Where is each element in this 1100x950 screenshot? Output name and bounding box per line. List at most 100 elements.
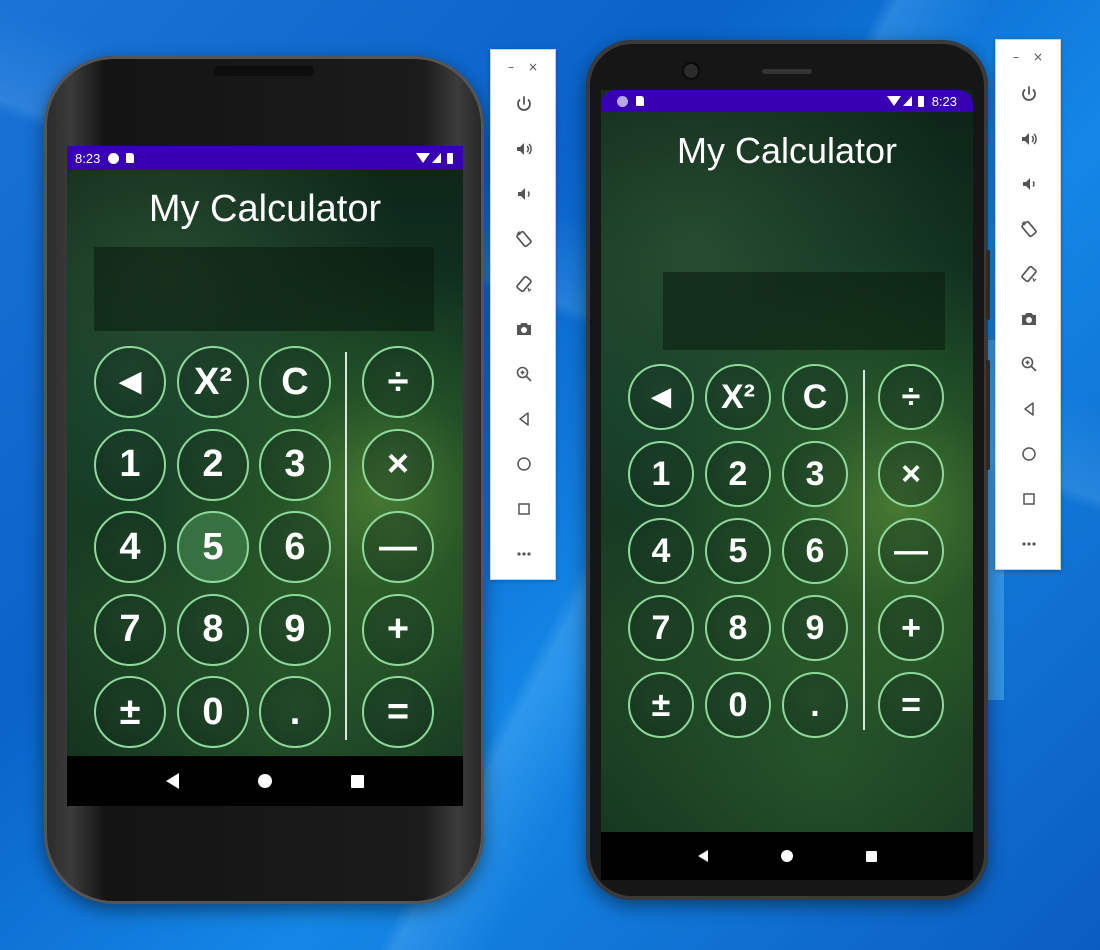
volume-up-button[interactable] <box>1017 127 1041 151</box>
power-button[interactable] <box>1017 82 1041 106</box>
key-negate[interactable]: ± <box>94 676 166 748</box>
close-button[interactable]: × <box>1033 50 1043 64</box>
overview-button[interactable] <box>512 497 536 521</box>
nav-back-icon[interactable] <box>697 850 708 862</box>
key-8[interactable]: 8 <box>177 593 249 666</box>
key-8[interactable]: 8 <box>705 595 771 661</box>
more-button[interactable] <box>512 542 536 566</box>
key-negate[interactable]: ± <box>628 672 694 738</box>
zoom-button[interactable] <box>1017 352 1041 376</box>
rotate-left-button[interactable] <box>1017 217 1041 241</box>
rotate-left-button[interactable] <box>512 227 536 251</box>
key-equals[interactable]: = <box>362 676 434 748</box>
key-5[interactable]: 5 <box>705 518 771 584</box>
back-button[interactable] <box>1017 397 1041 421</box>
key-backspace[interactable]: ◄ <box>94 346 166 418</box>
key-clear[interactable]: C <box>782 364 848 430</box>
side-button <box>986 360 990 470</box>
rotate-left-icon <box>1021 220 1037 238</box>
key-4[interactable]: 4 <box>628 518 694 584</box>
key-square[interactable]: X² <box>705 364 771 430</box>
key-0[interactable]: 0 <box>705 672 771 738</box>
key-3[interactable]: 3 <box>782 441 848 507</box>
window-controls: – × <box>996 50 1060 64</box>
key-1[interactable]: 1 <box>94 428 166 501</box>
nav-home-icon[interactable] <box>780 850 793 862</box>
device-a-screen[interactable]: 8:23 My Calculator ◄ X² C ÷ 1 2 3 × 4 5 6—7 8 9 + ±0. = <box>67 146 463 806</box>
key-add[interactable]: + <box>878 595 944 661</box>
camera-icon <box>517 323 531 335</box>
window-controls: – × <box>491 60 555 74</box>
nav-recents-icon[interactable] <box>865 850 877 862</box>
key-backspace[interactable]: ◄ <box>628 364 694 430</box>
camera-button[interactable] <box>512 317 536 341</box>
zoom-icon <box>1021 356 1037 372</box>
key-2[interactable]: 2 <box>177 428 249 501</box>
emulator-toolbar: – × <box>995 39 1061 570</box>
volume-down-button[interactable] <box>512 182 536 206</box>
home-icon <box>1022 447 1036 461</box>
key-square[interactable]: X² <box>177 346 249 418</box>
zoom-button[interactable] <box>512 362 536 386</box>
rotate-right-button[interactable] <box>512 272 536 296</box>
volume-up-button[interactable] <box>512 137 536 161</box>
minimize-button[interactable]: – <box>508 60 514 74</box>
volume-down-icon <box>1023 178 1035 190</box>
overview-button[interactable] <box>1017 487 1041 511</box>
key-7[interactable]: 7 <box>628 595 694 661</box>
key-1[interactable]: 1 <box>628 441 694 507</box>
key-7[interactable]: 7 <box>94 593 166 666</box>
front-camera <box>684 64 698 78</box>
home-button[interactable] <box>1017 442 1041 466</box>
key-subtract[interactable]: — <box>362 511 434 583</box>
key-divide[interactable]: ÷ <box>362 346 434 418</box>
zoom-icon <box>516 366 532 382</box>
keypad: ◄ X² C ÷ 1 2 3 × 4 5 6 — 7 8 9 + ±0. = <box>601 90 973 830</box>
overview-icon <box>518 503 530 515</box>
close-button[interactable]: × <box>528 60 538 74</box>
key-multiply[interactable]: × <box>362 428 434 501</box>
key-add[interactable]: + <box>362 593 434 666</box>
key-3[interactable]: 3 <box>259 428 331 501</box>
key-divide[interactable]: ÷ <box>878 364 944 430</box>
key-9[interactable]: 9 <box>782 595 848 661</box>
volume-up-icon <box>1022 133 1037 145</box>
key-4[interactable]: 4 <box>94 511 166 583</box>
key-6[interactable]: 6 <box>782 518 848 584</box>
camera-icon <box>1022 313 1036 325</box>
rotate-right-icon <box>516 275 532 293</box>
nav-home-icon[interactable] <box>257 774 272 788</box>
key-2[interactable]: 2 <box>705 441 771 507</box>
camera-button[interactable] <box>1017 307 1041 331</box>
rotate-right-icon <box>1021 265 1037 283</box>
key-equals[interactable]: = <box>878 672 944 738</box>
back-button[interactable] <box>512 407 536 431</box>
key-decimal[interactable]: . <box>259 676 331 748</box>
key-6[interactable]: 6 <box>259 511 331 583</box>
more-button[interactable] <box>1017 532 1041 556</box>
rotate-right-button[interactable] <box>1017 262 1041 286</box>
earpiece-speaker <box>214 66 314 76</box>
key-clear[interactable]: C <box>259 346 331 418</box>
key-decimal[interactable]: . <box>782 672 848 738</box>
volume-down-button[interactable] <box>1017 172 1041 196</box>
navigation-bar <box>67 756 463 806</box>
nav-recents-icon[interactable] <box>350 774 364 788</box>
navigation-bar <box>601 832 973 880</box>
keypad: ◄ X² C ÷ 1 2 3 × 4 5 6 — 7 8 9 + ±0. = <box>67 146 463 756</box>
volume-down-icon <box>518 188 530 200</box>
more-icon <box>1022 542 1036 546</box>
key-9[interactable]: 9 <box>259 593 331 666</box>
operator-divider <box>863 370 865 730</box>
key-0[interactable]: 0 <box>177 676 249 748</box>
power-button[interactable] <box>512 92 536 116</box>
device-b-screen[interactable]: 8:23 My Calculator ◄ X² C ÷ 1 2 3 × 4 5 6—7 8 9 + ±0. = <box>601 90 973 880</box>
earpiece-speaker <box>762 69 812 74</box>
home-button[interactable] <box>512 452 536 476</box>
nav-back-icon[interactable] <box>166 773 180 789</box>
key-multiply[interactable]: × <box>878 441 944 507</box>
key-subtract[interactable]: — <box>878 518 944 584</box>
key-5[interactable]: 5 <box>177 511 249 583</box>
minimize-button[interactable]: – <box>1013 50 1019 64</box>
volume-up-icon <box>517 143 532 155</box>
